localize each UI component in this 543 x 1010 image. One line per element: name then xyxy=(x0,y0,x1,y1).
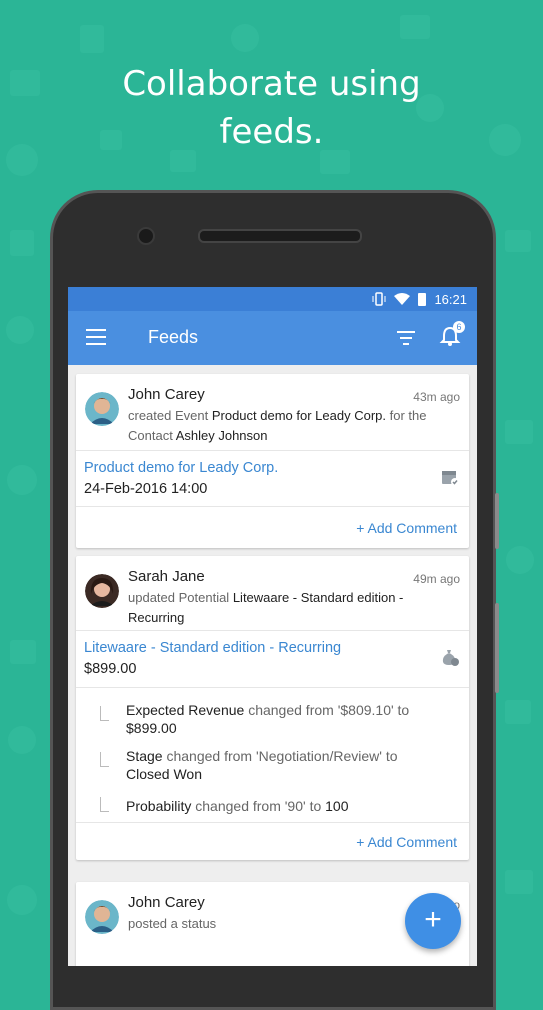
page-title: Feeds xyxy=(148,327,199,347)
feed-author[interactable]: Sarah Jane xyxy=(128,568,205,585)
feed-related-name[interactable]: Ashley Johnson xyxy=(176,428,268,443)
headline-line-2: feeds. xyxy=(219,112,324,152)
avatar xyxy=(85,900,119,934)
feed-card: John Carey 43m ago created Event Product… xyxy=(76,374,469,548)
feed-object[interactable]: Product demo for Leady Corp. xyxy=(212,408,386,423)
app-screen: 16:21 Feeds 6 John Carey 43m ago created… xyxy=(68,287,477,966)
menu-icon[interactable] xyxy=(86,329,106,350)
record-link[interactable]: Litewaare - Standard edition - Recurring xyxy=(84,640,341,656)
divider xyxy=(76,822,469,823)
feed-action: created Event xyxy=(128,408,209,423)
change-item: Stage changed from 'Negotiation/Review' … xyxy=(126,747,449,783)
change-field: Probability xyxy=(126,798,192,814)
money-bag-icon xyxy=(442,650,459,666)
vibrate-icon xyxy=(372,292,386,306)
change-field: Expected Revenue xyxy=(126,702,245,718)
change-connector xyxy=(100,797,109,812)
change-value: 100 xyxy=(325,798,349,814)
feed-author[interactable]: John Carey xyxy=(128,386,205,403)
feed-related-type: Contact xyxy=(128,428,173,443)
filter-icon[interactable] xyxy=(397,331,415,349)
notification-button[interactable]: 6 xyxy=(439,321,465,349)
change-text: changed from '$809.10' to xyxy=(248,702,410,718)
change-value: Closed Won xyxy=(126,766,203,782)
change-connector xyxy=(100,752,109,767)
feed-card: Sarah Jane 49m ago updated Potential Lit… xyxy=(76,556,469,860)
record-link[interactable]: Product demo for Leady Corp. xyxy=(84,460,278,476)
feed-description: created Event Product demo for Leady Cor… xyxy=(128,406,455,446)
avatar xyxy=(85,392,119,426)
feed-description: updated Potential Litewaare - Standard e… xyxy=(128,588,455,628)
change-text: changed from '90' to xyxy=(195,798,322,814)
record-detail: $899.00 xyxy=(84,661,137,677)
speaker-grille xyxy=(198,229,362,243)
divider xyxy=(76,450,469,451)
change-item: Probability changed from '90' to 100 xyxy=(126,797,449,815)
power-button xyxy=(495,603,499,693)
change-field: Stage xyxy=(126,748,163,764)
headline: Collaborate using feeds. xyxy=(0,60,543,156)
volume-button xyxy=(495,493,499,549)
status-bar: 16:21 xyxy=(68,287,477,311)
change-text: changed from 'Negotiation/Review' to xyxy=(166,748,398,764)
feed-action: updated Potential xyxy=(128,590,230,605)
feed-object-continued[interactable]: Recurring xyxy=(128,610,184,625)
feed-action: posted a status xyxy=(128,916,217,931)
camera xyxy=(137,227,155,245)
plus-icon: + xyxy=(424,903,442,936)
record-detail: 24-Feb-2016 14:00 xyxy=(84,481,208,497)
change-item: Expected Revenue changed from '$809.10' … xyxy=(126,701,449,737)
divider xyxy=(76,687,469,688)
avatar xyxy=(85,574,119,608)
headline-line-1: Collaborate using xyxy=(122,64,421,104)
add-comment-button[interactable]: + Add Comment xyxy=(356,834,457,850)
divider xyxy=(76,630,469,631)
divider xyxy=(76,506,469,507)
add-fab-button[interactable]: + xyxy=(405,893,461,949)
battery-icon xyxy=(418,293,427,306)
wifi-icon xyxy=(394,293,411,305)
feed-time: 43m ago xyxy=(413,390,460,404)
notification-count-badge: 6 xyxy=(453,321,465,333)
feed-time: 49m ago xyxy=(413,572,460,586)
feed-object[interactable]: Litewaare - Standard edition - xyxy=(233,590,404,605)
change-value: $899.00 xyxy=(126,720,177,736)
feed-author[interactable]: John Carey xyxy=(128,894,205,911)
change-connector xyxy=(100,706,109,721)
status-time: 16:21 xyxy=(434,291,467,307)
calendar-check-icon xyxy=(442,471,459,486)
app-bar: Feeds 6 xyxy=(68,311,477,365)
feed-connector: for the xyxy=(389,408,427,423)
add-comment-button[interactable]: + Add Comment xyxy=(356,520,457,536)
